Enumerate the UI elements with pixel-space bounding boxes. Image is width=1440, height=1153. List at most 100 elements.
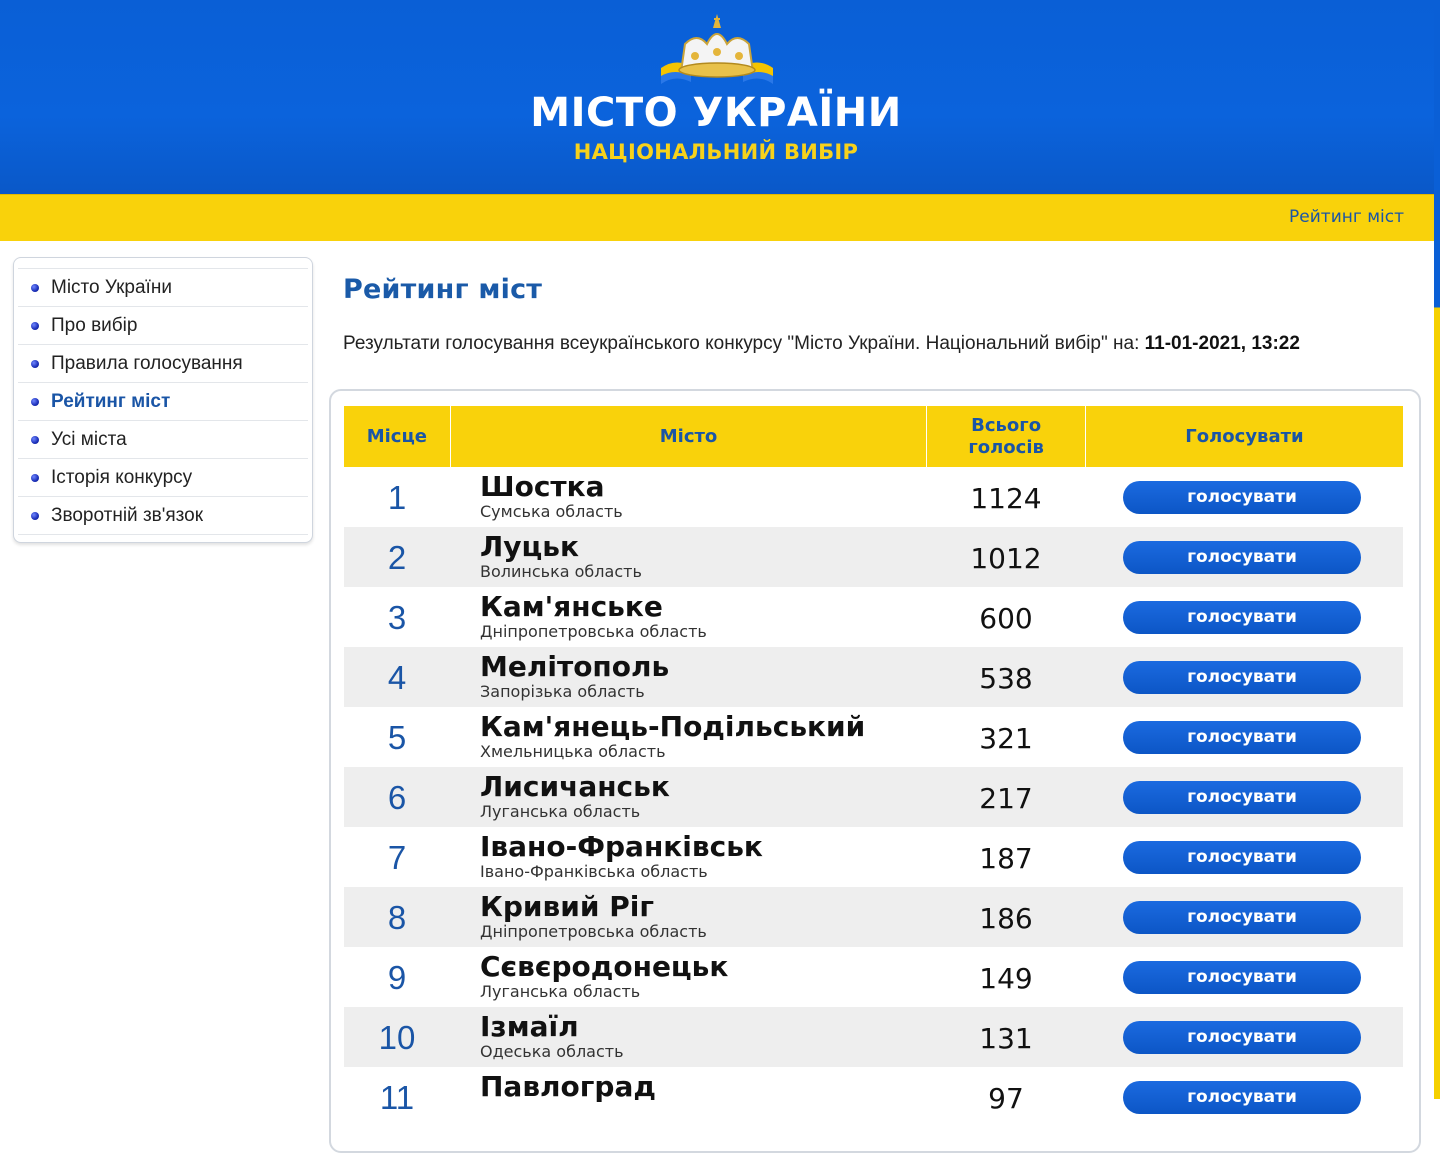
sidebar-item-history[interactable]: Історія конкурсу — [18, 459, 308, 497]
row-place: 8 — [387, 899, 407, 936]
sidebar-item-feedback[interactable]: Зворотній зв'язок — [18, 497, 308, 535]
row-vote-cell: голосувати — [1085, 647, 1403, 707]
vote-button[interactable]: голосувати — [1123, 660, 1361, 694]
table-row: 3 Кам'янське Дніпропетровська область 600 го… — [344, 587, 1403, 647]
row-city-cell: Луцьк Волинська область — [450, 527, 927, 587]
page-edge-strip — [1434, 0, 1440, 1099]
region-name: Луганська область — [480, 982, 641, 1001]
city-name[interactable]: Івано-Франківськ — [480, 831, 763, 863]
row-votes: 1124 — [970, 481, 1042, 515]
vote-button[interactable]: голосувати — [1123, 540, 1361, 574]
row-votes: 187 — [979, 841, 1033, 875]
region-name: Луганська область — [480, 802, 641, 821]
header-city: Місто — [451, 406, 928, 467]
bullet-icon — [31, 436, 39, 444]
region-name: Одеська область — [480, 1042, 624, 1061]
table-body: 1 Шостка Сумська область 1124 голосувати 2 Луц… — [344, 467, 1403, 1127]
row-city-cell: Сєвєродонецьк Луганська область — [450, 947, 927, 1007]
row-city-cell: Кривий Ріг Дніпропетровська область — [450, 887, 927, 947]
bullet-icon — [31, 512, 39, 520]
city-name[interactable]: Сєвєродонецьк — [480, 951, 728, 983]
row-place: 4 — [387, 659, 407, 696]
region-name: Сумська область — [480, 502, 623, 521]
sidebar-item-rules[interactable]: Правила голосування — [18, 345, 308, 383]
row-votes: 321 — [979, 721, 1033, 755]
row-votes: 131 — [979, 1021, 1033, 1055]
row-vote-cell: голосувати — [1085, 587, 1403, 647]
row-vote-cell: голосувати — [1085, 467, 1403, 527]
row-votes: 538 — [979, 661, 1033, 695]
sidebar-item-label: Усі міста — [51, 429, 127, 450]
city-name[interactable]: Лисичанськ — [480, 771, 670, 803]
row-city-cell: Шостка Сумська область — [450, 467, 927, 527]
row-votes: 600 — [979, 601, 1033, 635]
results-caption: Результати голосування всеукраїнського к… — [343, 333, 1300, 355]
vote-button[interactable]: голосувати — [1123, 780, 1361, 814]
logo-title[interactable]: МІСТО УКРАЇНИ — [0, 90, 1432, 136]
row-place: 9 — [387, 959, 407, 996]
row-votes: 149 — [979, 961, 1033, 995]
sidebar-item-rating[interactable]: Рейтинг міст — [18, 383, 308, 421]
nav-link-rating[interactable]: Рейтинг міст — [1289, 207, 1404, 227]
page-title: Рейтинг міст — [343, 274, 543, 305]
vote-button[interactable]: голосувати — [1123, 480, 1361, 514]
results-datetime: 11-01-2021, 13:22 — [1144, 333, 1300, 354]
header-votes-line2: голосів — [968, 436, 1044, 458]
row-votes: 217 — [979, 781, 1033, 815]
results-text: Результати голосування всеукраїнського к… — [343, 333, 1140, 354]
row-city-cell: Лисичанськ Луганська область — [450, 767, 927, 827]
vote-button[interactable]: голосувати — [1123, 900, 1361, 934]
row-city-cell: Кам'янське Дніпропетровська область — [450, 587, 927, 647]
row-place: 11 — [379, 1079, 415, 1116]
vote-button[interactable]: голосувати — [1123, 1020, 1361, 1054]
city-name[interactable]: Кам'янське — [480, 591, 663, 623]
row-vote-cell: голосувати — [1085, 947, 1403, 1007]
vote-button[interactable]: голосувати — [1123, 1080, 1361, 1114]
vote-button[interactable]: голосувати — [1123, 960, 1361, 994]
vote-button[interactable]: голосувати — [1123, 600, 1361, 634]
region-name: Дніпропетровська область — [480, 922, 707, 941]
row-place: 2 — [387, 539, 407, 576]
region-name: Хмельницька область — [480, 742, 666, 761]
region-name: Івано-Франківська область — [480, 862, 708, 881]
vote-button[interactable]: голосувати — [1123, 720, 1361, 754]
row-place: 1 — [387, 479, 407, 516]
row-vote-cell: голосувати — [1085, 527, 1403, 587]
vote-button[interactable]: голосувати — [1123, 840, 1361, 874]
region-name: Дніпропетровська область — [480, 622, 707, 641]
city-name[interactable]: Павлоград — [480, 1071, 656, 1103]
row-place: 5 — [387, 719, 407, 756]
sidebar-item-misto-ukrainy[interactable]: Місто України — [18, 268, 308, 307]
sidebar-item-pro-vybir[interactable]: Про вибір — [18, 307, 308, 345]
row-votes: 186 — [979, 901, 1033, 935]
city-name[interactable]: Луцьк — [480, 531, 579, 563]
city-name[interactable]: Ізмаїл — [480, 1011, 579, 1043]
city-name[interactable]: Кам'янець-Подільський — [480, 711, 865, 743]
sidebar-item-all-cities[interactable]: Усі міста — [18, 421, 308, 459]
sidebar-menu: Місто України Про вибір Правила голосува… — [13, 257, 313, 543]
region-name: Запорізька область — [480, 682, 645, 701]
table-row: 10 Ізмаїл Одеська область 131 голосувати — [344, 1007, 1403, 1067]
header-place: Місце — [344, 406, 451, 467]
sidebar-item-label: Місто України — [51, 277, 172, 298]
table-row: 7 Івано-Франківськ Івано-Франківська облас… — [344, 827, 1403, 887]
table-row: 6 Лисичанськ Луганська область 217 голосуват… — [344, 767, 1403, 827]
row-vote-cell: голосувати — [1085, 707, 1403, 767]
city-name[interactable]: Мелітополь — [480, 651, 669, 683]
city-name[interactable]: Кривий Ріг — [480, 891, 654, 923]
city-name[interactable]: Шостка — [480, 471, 605, 503]
bullet-icon — [31, 360, 39, 368]
row-place: 7 — [387, 839, 407, 876]
table-row: 9 Сєвєродонецьк Луганська область 149 голосу… — [344, 947, 1403, 1007]
row-vote-cell: голосувати — [1085, 887, 1403, 947]
sidebar-item-label: Зворотній зв'язок — [51, 505, 204, 526]
header-vote: Голосувати — [1185, 425, 1304, 447]
sidebar-item-label: Рейтинг міст — [51, 391, 171, 412]
logo-subtitle[interactable]: НАЦІОНАЛЬНИЙ ВИБІР — [0, 140, 1432, 164]
table-header: Місце Місто Всього голосів Голосувати — [344, 406, 1403, 467]
crown-logo-icon[interactable] — [655, 10, 779, 90]
row-city-cell: Павлоград — [450, 1067, 927, 1127]
region-name: Волинська область — [480, 562, 642, 581]
row-city-cell: Мелітополь Запорізька область — [450, 647, 927, 707]
rating-table: Місце Місто Всього голосів Голосувати 1 Шо… — [344, 406, 1403, 1127]
